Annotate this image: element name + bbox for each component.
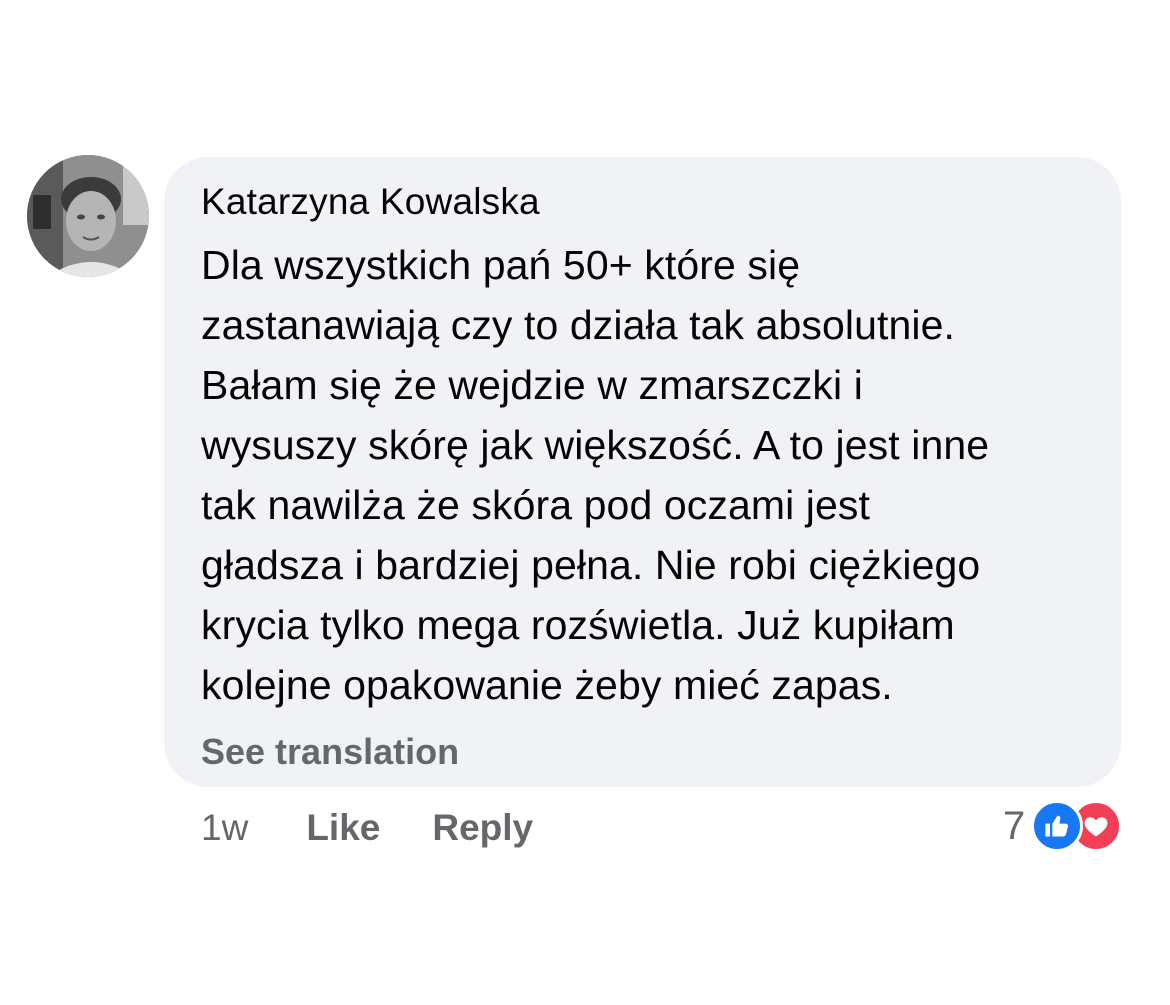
comment-bubble: Katarzyna Kowalska Dla wszystkich pań 50… [164, 157, 1121, 787]
comment-timestamp[interactable]: 1w [201, 807, 248, 849]
comment-text-line: krycia tylko mega rozświetla. Już kupiła… [201, 602, 955, 648]
avatar-image [27, 155, 149, 277]
comment-text-line: gładsza i bardziej pełna. Nie robi ciężk… [201, 542, 981, 588]
reactions-summary[interactable]: 7 [1003, 798, 1123, 854]
comment-text-line: tak nawilża że skóra pod oczami jest [201, 482, 871, 528]
see-translation-link[interactable]: See translation [201, 729, 1091, 775]
reaction-count: 7 [1003, 803, 1026, 848]
comment-actions: 1w Like Reply [201, 800, 533, 856]
comment-text-line: Bałam się że wejdzie w zmarszczki i [201, 362, 863, 408]
comment-text-line: wysuszy skórę jak większość. A to jest i… [201, 422, 990, 468]
avatar[interactable] [27, 155, 149, 277]
like-icon [1031, 800, 1084, 852]
comment-text-line: zastanawiają czy to działa tak absolutni… [201, 302, 956, 348]
comment-text-line: Dla wszystkich pań 50+ które się [201, 242, 801, 288]
reply-button[interactable]: Reply [432, 807, 533, 849]
like-button[interactable]: Like [306, 807, 380, 849]
comment-author[interactable]: Katarzyna Kowalska [201, 179, 1091, 225]
comment-text-line: kolejne opakowanie żeby mieć zapas. [201, 662, 893, 708]
comment-text: Dla wszystkich pań 50+ które się zastana… [201, 235, 1091, 715]
